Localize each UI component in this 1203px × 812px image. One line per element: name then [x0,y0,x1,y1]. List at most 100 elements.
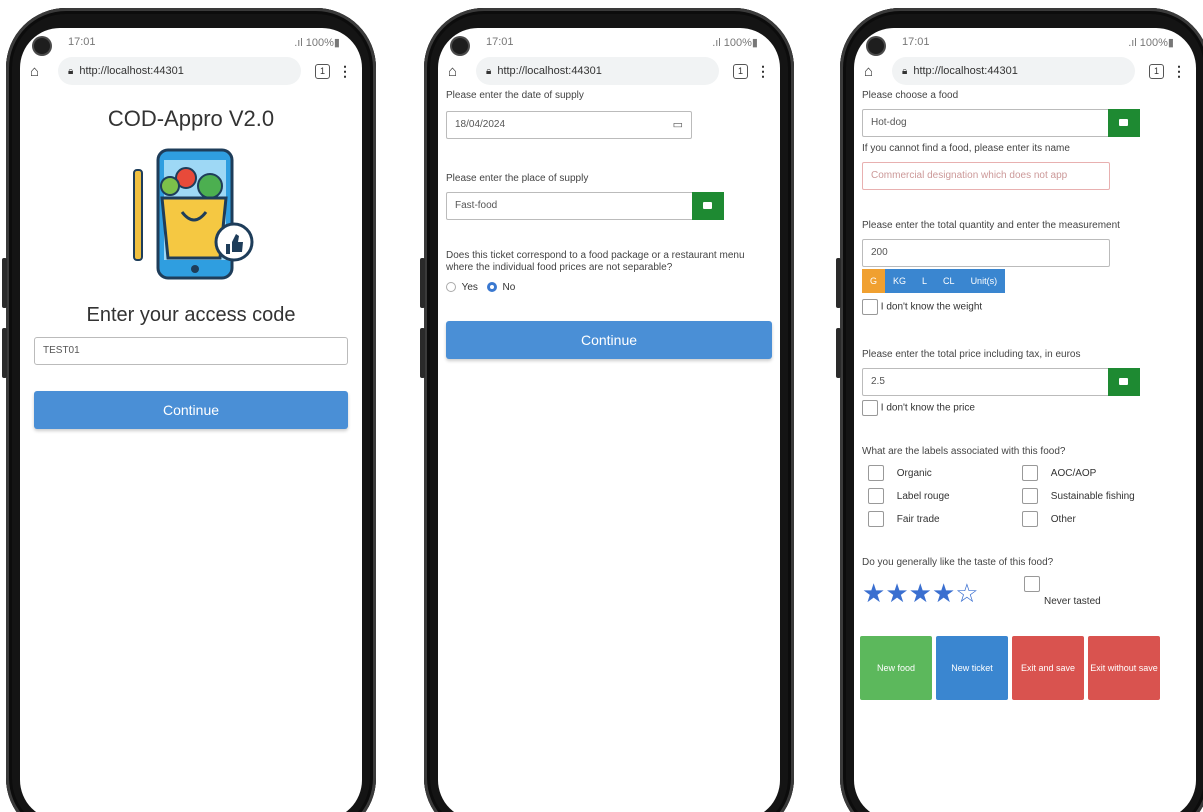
access-code-label: Enter your access code [86,304,296,326]
quantity-label: Please enter the total quantity and ente… [862,220,1120,231]
place-label: Please enter the place of supply [446,173,589,184]
label-rouge-label: Label rouge [896,490,950,502]
organic-checkbox[interactable] [868,465,884,481]
label-aoc-aop: AOC/AOP [1022,465,1096,481]
screen-supply: 17:01 .ıl 100%▮ ⌂ 🔒︎ http://localhost:44… [438,28,780,812]
power-button [836,328,841,378]
continue-button[interactable]: Continue [446,321,772,359]
more-menu-icon[interactable]: ⋮ [756,63,770,80]
sustainable-fishing-checkbox[interactable] [1022,488,1038,504]
continue-button[interactable]: Continue [34,391,348,429]
camera-icon [868,38,884,54]
no-radio[interactable] [486,282,497,293]
date-input[interactable]: 18/04/2024 ▭ [446,111,692,139]
food-label: Please choose a food [862,90,959,101]
label-rouge-checkbox[interactable] [868,488,884,504]
package-radio-group: Yes No [446,282,772,293]
status-signal: .ıl 100%▮ [712,37,758,49]
exit-save-button[interactable]: Exit and save [1012,636,1084,700]
url-field[interactable]: 🔒︎ http://localhost:44301 [476,57,719,85]
price-value: 2.5 [871,376,885,387]
status-time: 17:01 [486,36,514,48]
url-text: http://localhost:44301 [79,65,184,77]
lock-icon: 🔒︎ [486,65,492,77]
never-tasted-label: Never tasted [1044,596,1101,607]
quantity-input[interactable]: 200 [862,239,1110,267]
unknown-weight-row: I don't know the weight [862,299,1188,315]
exit-no-save-button[interactable]: Exit without save [1088,636,1160,700]
tabs-icon[interactable]: 1 [1149,63,1164,79]
volume-button [836,258,841,308]
unit-kg-button[interactable]: KG [885,269,915,293]
sustainable-fishing-label: Sustainable fishing [1050,490,1135,502]
power-button [2,328,7,378]
aoc-aop-checkbox[interactable] [1022,465,1038,481]
label-fair-trade: Fair trade [868,511,940,527]
label-organic: Organic [868,465,932,481]
more-menu-icon[interactable]: ⋮ [338,63,352,80]
other-checkbox[interactable] [1022,511,1038,527]
no-label: No [502,282,516,293]
new-ticket-button[interactable]: New ticket [936,636,1008,700]
food-select[interactable]: Hot-dog [862,109,1140,137]
access-code-input[interactable]: TEST01 [34,337,348,365]
home-icon[interactable]: ⌂ [864,63,886,80]
address-bar: ⌂ 🔒︎ http://localhost:44301 1 ⋮ [854,54,1196,88]
never-tasted-checkbox[interactable] [1024,576,1040,592]
food-confirm-button[interactable] [1108,109,1140,137]
place-confirm-button[interactable] [692,192,724,220]
volume-button [2,258,7,308]
other-label: Other [1050,513,1076,525]
address-bar: ⌂ 🔒︎ http://localhost:44301 1 ⋮ [438,54,780,88]
star-filled-icon[interactable]: ★ [862,578,885,608]
address-bar: ⌂ 🔒︎ http://localhost:44301 1 ⋮ [20,54,362,88]
grocery-phone-illustration [126,146,256,286]
unit-button-group: G KG L CL Unit(s) [862,269,1188,293]
place-select[interactable]: Fast-food [446,192,724,220]
unknown-price-label: I don't know the price [880,402,975,414]
url-field[interactable]: 🔒︎ http://localhost:44301 [58,57,301,85]
place-value: Fast-food [455,200,498,211]
star-filled-icon[interactable]: ★ [909,578,932,608]
home-icon[interactable]: ⌂ [448,63,470,80]
more-menu-icon[interactable]: ⋮ [1172,63,1186,80]
star-rating[interactable]: ★★★★☆ [862,578,979,609]
label-sustainable-fishing: Sustainable fishing [1022,488,1135,504]
price-confirm-button[interactable] [1108,368,1140,396]
calendar-icon[interactable]: ▭ [673,112,683,138]
unit-cl-button[interactable]: CL [935,269,963,293]
star-empty-icon[interactable]: ☆ [955,578,978,608]
label-other: Other [1022,511,1076,527]
home-icon[interactable]: ⌂ [30,63,52,80]
url-field[interactable]: 🔒︎ http://localhost:44301 [892,57,1135,85]
unknown-weight-checkbox[interactable] [862,299,878,315]
unit-l-button[interactable]: L [914,269,936,293]
unit-units-button[interactable]: Unit(s) [962,269,1006,293]
unknown-price-checkbox[interactable] [862,400,878,416]
star-filled-icon[interactable]: ★ [932,578,955,608]
taste-question: Do you generally like the taste of this … [862,557,1054,568]
star-filled-icon[interactable]: ★ [885,578,908,608]
status-time: 17:01 [68,36,96,48]
unknown-weight-label: I don't know the weight [880,301,983,313]
tabs-icon[interactable]: 1 [733,63,748,79]
yes-radio[interactable] [446,282,456,293]
phone-supply: 17:01 .ıl 100%▮ ⌂ 🔒︎ http://localhost:44… [420,8,794,812]
action-buttons: New food New ticket Exit and save Exit w… [860,636,1188,706]
camera-icon [452,38,468,54]
aoc-aop-label: AOC/AOP [1050,467,1097,479]
volume-button [420,258,425,308]
unit-g-button[interactable]: G [862,269,886,293]
lock-icon: 🔒︎ [902,65,908,77]
status-bar: 17:01 .ıl 100%▮ [854,28,1196,54]
fair-trade-checkbox[interactable] [868,511,884,527]
price-input[interactable]: 2.5 [862,368,1140,396]
food-name-input[interactable]: Commercial designation which does not ap… [862,162,1110,190]
package-question: Does this ticket correspond to a food pa… [446,250,745,273]
price-label: Please enter the total price including t… [862,349,1081,360]
new-food-button[interactable]: New food [860,636,932,700]
tabs-icon[interactable]: 1 [315,63,330,79]
app-title: COD-Appro V2.0 [107,106,275,131]
phone-login: 17:01 .ıl 100%▮ ⌂ 🔒︎ http://localhost:44… [2,8,376,812]
url-text: http://localhost:44301 [913,65,1018,77]
